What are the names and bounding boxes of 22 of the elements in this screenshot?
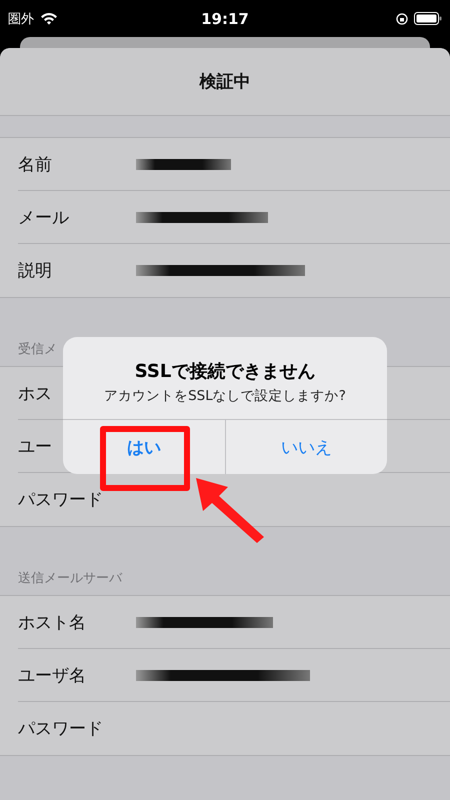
- field-label: ユーザ名: [18, 666, 86, 686]
- rotation-lock-icon: [396, 12, 408, 24]
- field-label: 説明: [18, 261, 52, 281]
- alert-button[interactable]: いいえ: [224, 420, 387, 474]
- section-header: 受信メ: [18, 341, 57, 358]
- alert-button[interactable]: はい: [63, 420, 224, 474]
- field-label: メール: [18, 208, 69, 228]
- arrow-pointer: [196, 478, 264, 543]
- field-label: ユー: [18, 436, 52, 456]
- battery-icon: [414, 12, 442, 25]
- carrier-label: 圏外: [8, 10, 34, 28]
- clock-time: 19:17: [200, 10, 250, 28]
- alert-message: アカウントをSSLなしで設定しますか?: [103, 387, 347, 405]
- field-label: ホス: [18, 384, 52, 404]
- field-label: 名前: [18, 154, 52, 174]
- sheet-title: 検証中: [200, 71, 250, 93]
- field-label: パスワード: [18, 490, 103, 510]
- alert-title: SSLで接続できません: [134, 360, 316, 383]
- section-header: 送信メールサーバ: [18, 570, 122, 587]
- field-label: パスワード: [18, 719, 103, 739]
- wifi-icon: [40, 12, 58, 25]
- field-label: ホスト名: [18, 612, 86, 632]
